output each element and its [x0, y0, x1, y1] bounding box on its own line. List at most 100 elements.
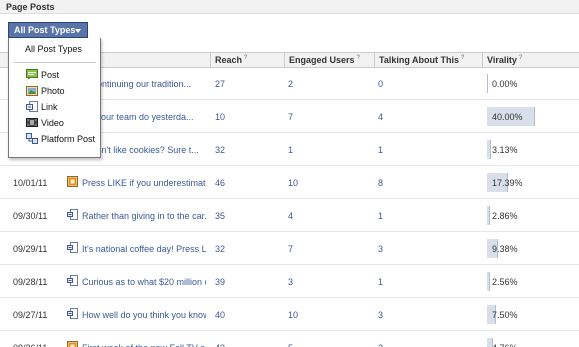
help-icon[interactable]: ? — [244, 55, 247, 61]
virality-value: 40.00% — [492, 112, 523, 122]
talking-about-value[interactable]: 0 — [378, 79, 383, 89]
virality-value: 2.56% — [492, 277, 518, 287]
reach-value[interactable]: 39 — [215, 277, 225, 287]
post-message-link[interactable]: Curious as to what $20 million c... — [82, 277, 206, 287]
caret-down-icon — [75, 29, 81, 33]
talking-about-value[interactable]: 1 — [378, 211, 383, 221]
talking-about-value[interactable]: 8 — [378, 178, 383, 188]
column-header-label: Virality — [487, 55, 517, 65]
table-row: 09/29/11 It's national coffee day! Press … — [0, 233, 579, 265]
reach-value[interactable]: 46 — [215, 178, 225, 188]
post-date: 09/27/11 — [13, 310, 48, 320]
table-row: 09/27/11 How well do you think you know..… — [0, 299, 579, 331]
help-icon[interactable]: ? — [519, 55, 522, 61]
link-icon — [67, 242, 78, 253]
talking-about-value[interactable]: 1 — [378, 145, 383, 155]
menu-item-video[interactable]: Video — [9, 115, 100, 131]
post-message-link[interactable]: First week of the new Fall TV se... — [82, 343, 206, 347]
post-type-filter-label: All Post Types — [14, 25, 76, 35]
link-icon — [67, 275, 78, 286]
column-header-label: Talking About This — [379, 55, 459, 65]
engaged-users-value[interactable]: 3 — [288, 277, 293, 287]
talking-about-value[interactable]: 4 — [378, 112, 383, 122]
reach-value[interactable]: 40 — [215, 310, 225, 320]
reach-value[interactable]: 32 — [215, 145, 225, 155]
engaged-users-value[interactable]: 4 — [288, 211, 293, 221]
virality-value: 4.76% — [492, 343, 518, 347]
engaged-users-value[interactable]: 5 — [288, 343, 293, 347]
menu-item-label: Video — [41, 118, 64, 128]
virality-bar — [487, 74, 488, 93]
menu-item-label: Post — [41, 70, 60, 80]
engaged-users-value[interactable]: 10 — [288, 178, 298, 188]
post-message-link[interactable]: Press LIKE if you underestimate... — [82, 178, 206, 188]
post-date: 10/01/11 — [13, 178, 48, 188]
post-date: 09/26/11 — [13, 343, 47, 347]
link-icon — [67, 209, 78, 220]
virality-value: 17.39% — [492, 178, 523, 188]
reach-value[interactable]: 35 — [215, 211, 225, 221]
photo-icon — [67, 176, 78, 187]
column-divider — [210, 53, 211, 67]
virality-value: 7.50% — [492, 310, 518, 320]
talking-about-value[interactable]: 3 — [378, 310, 383, 320]
link-icon — [26, 101, 38, 112]
menu-item-label: All Post Types — [25, 44, 82, 54]
platform-post-icon — [26, 133, 38, 144]
link-icon — [67, 308, 78, 319]
reach-value[interactable]: 10 — [215, 112, 225, 122]
post-type-menu: All Post Types Post Photo Link Video Pla… — [8, 38, 101, 158]
menu-item-platform-post[interactable]: Platform Post — [9, 131, 100, 147]
table-row: 09/28/11 Curious as to what $20 million c… — [0, 266, 579, 298]
post-message-link[interactable]: Rather than giving in to the car... — [82, 211, 206, 221]
virality-value: 9.38% — [492, 244, 518, 254]
table-row: 10/01/11 Press LIKE if you underestimate.… — [0, 167, 579, 199]
virality-bar — [487, 272, 490, 291]
column-header-label: Reach — [215, 55, 243, 65]
column-header-reach[interactable]: Reach? — [215, 55, 247, 65]
photo-icon — [26, 86, 38, 96]
video-icon — [26, 118, 38, 127]
help-icon[interactable]: ? — [461, 55, 464, 61]
column-divider — [482, 53, 483, 67]
talking-about-value[interactable]: 2 — [378, 343, 383, 347]
talking-about-value[interactable]: 3 — [378, 244, 383, 254]
help-icon[interactable]: ? — [357, 55, 360, 61]
reach-value[interactable]: 32 — [215, 244, 225, 254]
engaged-users-value[interactable]: 10 — [288, 310, 298, 320]
menu-item-label: Link — [41, 102, 58, 112]
menu-item-all-post-types[interactable]: All Post Types — [9, 41, 100, 57]
menu-item-label: Platform Post — [41, 134, 96, 144]
reach-value[interactable]: 42 — [215, 343, 225, 347]
menu-item-link[interactable]: Link — [9, 99, 100, 115]
virality-value: 3.13% — [492, 145, 518, 155]
column-divider — [284, 53, 285, 67]
table-row: 09/30/11 Rather than giving in to the car… — [0, 200, 579, 232]
table-row: 09/26/11 First week of the new Fall TV se… — [0, 332, 579, 347]
status-post-icon — [26, 69, 38, 80]
menu-item-photo[interactable]: Photo — [9, 83, 100, 99]
engaged-users-value[interactable]: 2 — [288, 79, 293, 89]
virality-bar — [487, 140, 491, 159]
post-type-filter-button[interactable]: All Post Types — [8, 22, 88, 38]
reach-value[interactable]: 27 — [215, 79, 225, 89]
post-date: 09/28/11 — [13, 277, 48, 287]
engaged-users-value[interactable]: 1 — [288, 145, 293, 155]
engaged-users-value[interactable]: 7 — [288, 244, 293, 254]
post-message-link[interactable]: How well do you think you know... — [82, 310, 206, 320]
menu-divider — [14, 62, 96, 63]
column-header-virality[interactable]: Virality? — [487, 55, 522, 65]
virality-value: 2.86% — [492, 211, 518, 221]
post-message-link[interactable]: It's national coffee day! Press L... — [82, 244, 206, 254]
column-header-talking-about-this[interactable]: Talking About This? — [379, 55, 464, 65]
menu-item-label: Photo — [41, 86, 65, 96]
photo-icon — [67, 341, 78, 347]
menu-item-post[interactable]: Post — [9, 67, 100, 83]
column-header-engaged-users[interactable]: Engaged Users? — [289, 55, 360, 65]
engaged-users-value[interactable]: 7 — [288, 112, 293, 122]
virality-value: 0.00% — [492, 79, 518, 89]
section-title: Page Posts — [6, 2, 55, 12]
post-date: 09/29/11 — [13, 244, 48, 254]
section-header: Page Posts — [0, 0, 579, 14]
talking-about-value[interactable]: 1 — [378, 277, 383, 287]
